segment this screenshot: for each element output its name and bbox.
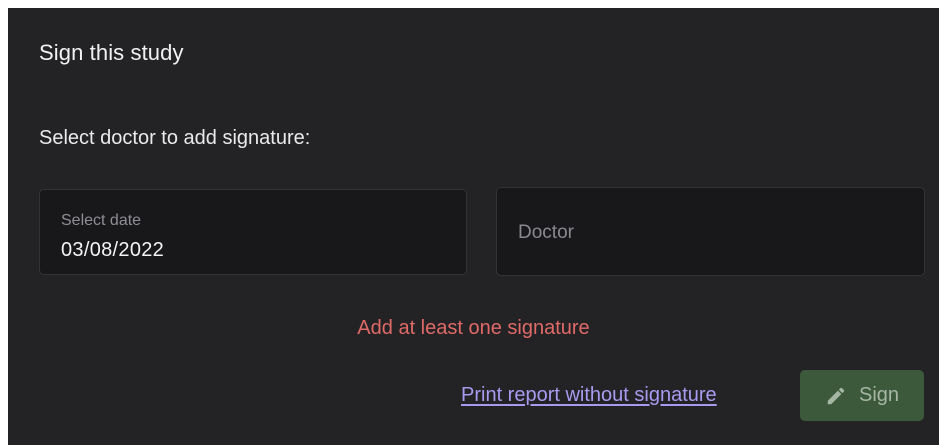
doctor-select-field[interactable]: Doctor — [496, 187, 925, 276]
sign-button-label: Sign — [858, 384, 900, 406]
pencil-icon — [825, 385, 847, 407]
signature-error-message: Add at least one signature — [357, 317, 590, 339]
date-picker-field[interactable]: Select date 03/08/2022 — [39, 189, 467, 275]
sign-study-dialog: Sign this study Select doctor to add sig… — [8, 8, 939, 445]
dialog-title: Sign this study — [39, 40, 184, 65]
date-field-label: Select date — [61, 212, 142, 229]
doctor-field-placeholder: Doctor — [518, 222, 574, 243]
print-without-signature-link[interactable]: Print report without signature — [461, 384, 717, 407]
sign-button[interactable]: Sign — [800, 370, 924, 421]
date-field-value[interactable]: 03/08/2022 — [61, 239, 164, 262]
doctor-prompt: Select doctor to add signature: — [39, 127, 311, 149]
